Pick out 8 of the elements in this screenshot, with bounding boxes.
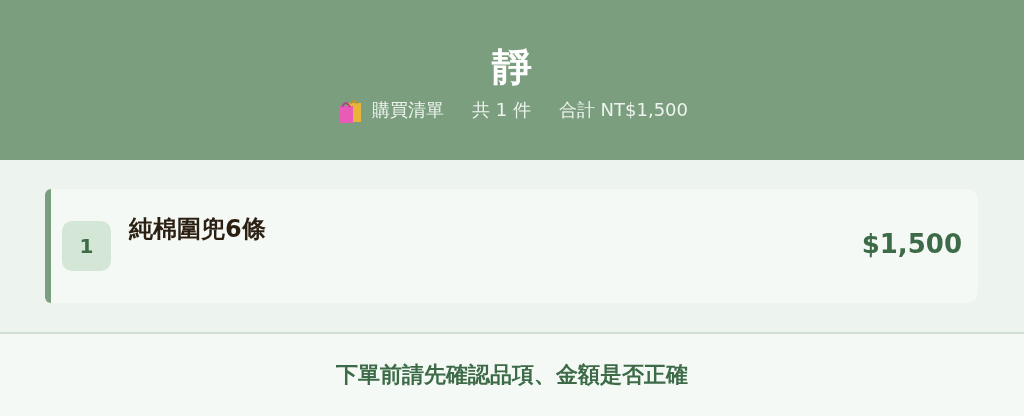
list-label: 購買清單 xyxy=(371,98,444,122)
notice-text: 下單前請先確認品項、金額是否正確 xyxy=(336,361,688,389)
index-badge: 1 xyxy=(62,221,111,271)
item-count: 共 1 件 xyxy=(471,98,531,122)
total-amount: 合計 NT$1,500 xyxy=(558,98,689,122)
item-name: 純棉圍兜6條 xyxy=(129,214,266,245)
page-title: 靜 xyxy=(492,42,532,91)
item-price: $1,500 xyxy=(861,229,962,259)
